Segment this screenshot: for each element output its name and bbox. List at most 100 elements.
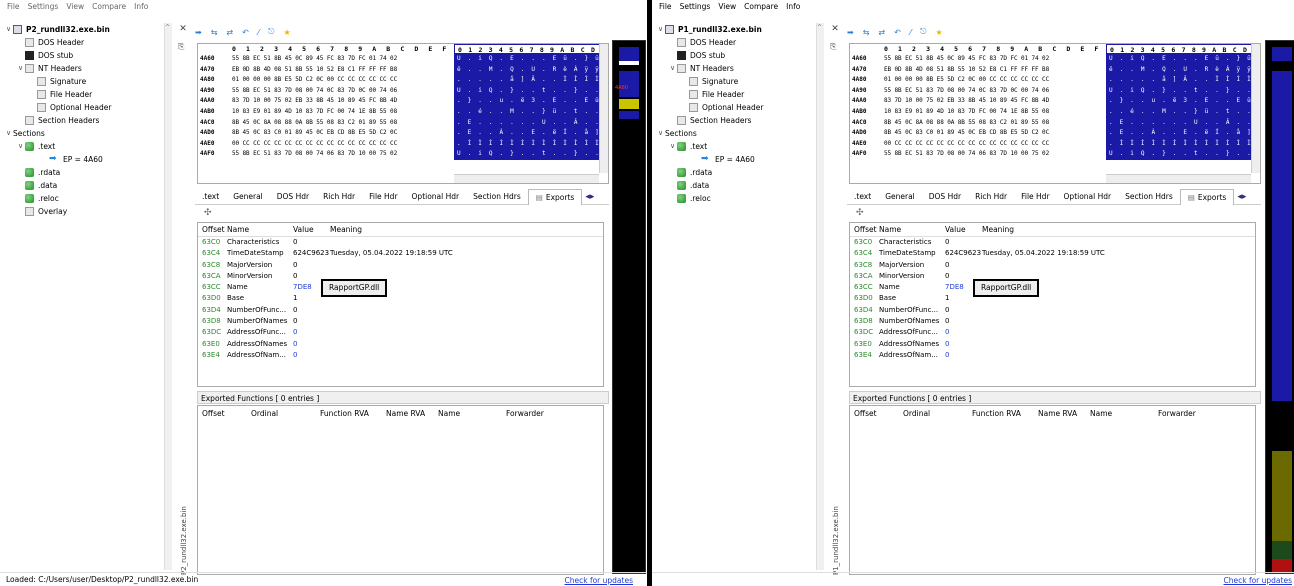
hex-bytes[interactable]: 55 8B EC 51 83 7D 08 00 74 06 83 7D 10 0… [884,149,1106,160]
table-row[interactable]: 63D4 NumberOfFunc... 0 [850,305,1255,316]
column-header-meaning[interactable]: Meaning [330,225,603,234]
hex-row[interactable]: 4AC0 8B 45 0C 8A 08 88 0A 8B 55 08 83 C2 … [198,117,608,129]
tree-root-file[interactable]: ∨ P1_rundll32.exe.bin [656,23,823,36]
tree-item[interactable]: File Header [656,88,823,101]
table-row[interactable]: 63D4 NumberOfFunc... 0 [198,305,603,316]
exports-directory-table[interactable]: Offset Name Value Meaning 63C0 Characteristic… [849,222,1256,387]
hex-bytes[interactable]: 55 8B EC 51 83 7D 08 00 74 0C 83 7D 0C 0… [232,86,454,97]
table-row[interactable]: 63E0 AddressOfNames 0 [850,339,1255,350]
tree-item[interactable]: ➡ EP = 4A60 [4,153,171,166]
menu-compare[interactable]: Compare [744,2,778,11]
column-header-name[interactable]: Name [438,409,506,418]
column-header-name-rva[interactable]: Name RVA [1038,409,1090,418]
tree-item[interactable]: Section Headers [656,114,823,127]
tree-item[interactable]: DOS Header [4,36,171,49]
hex-bytes[interactable]: 01 00 00 00 8B E5 5D C2 0C 00 CC CC CC C… [232,75,454,86]
hex-bytes[interactable]: 55 8B EC 51 8B 45 0C 89 45 FC 83 7D FC 0… [232,54,454,65]
tab-filehdr[interactable]: File Hdr [1014,189,1056,205]
tab-scroll-arrows-icon[interactable]: ◂▸ [582,192,594,202]
cell-value[interactable]: 0 [293,260,330,271]
column-header-value[interactable]: Value [945,225,982,234]
table-row[interactable]: 63C8 MajorVersion 0 [850,260,1255,271]
hex-ascii[interactable]: U . i Q . } . . t . . } . . [1106,85,1260,97]
menu-file[interactable]: File [659,2,672,11]
hex-ascii[interactable]: U . i Q . E . . . E ü . } ü [454,54,608,65]
tree-item[interactable]: .data [4,179,171,192]
tab-sectionhdrs[interactable]: Section Hdrs [466,189,528,205]
table-row[interactable]: 63D8 NumberOfNames 0 [198,316,603,327]
hex-row[interactable]: 4AF0 55 8B EC 51 83 7D 08 00 74 06 83 7D … [850,149,1260,160]
table-row[interactable]: 63E0 AddressOfNames 0 [198,339,603,350]
table-row[interactable]: 63D8 NumberOfNames 0 [850,316,1255,327]
export-icon[interactable]: ⎋ [920,27,926,37]
menu-info[interactable]: Info [134,2,148,11]
hex-row[interactable]: 4AE0 00 CC CC CC CC CC CC CC CC CC CC CC … [850,138,1260,150]
tree-item[interactable]: .data [656,179,823,192]
hex-bytes[interactable]: 00 CC CC CC CC CC CC CC CC CC CC CC CC C… [884,139,1106,150]
tab-text[interactable]: .text [847,189,878,205]
column-header-offset[interactable]: Offset [850,409,903,418]
collapse-toggle-icon[interactable]: ∨ [4,23,13,36]
cell-value[interactable]: 0 [293,350,330,361]
undo-icon[interactable]: ↶ [242,28,249,37]
tree-item[interactable]: ∨ Sections [656,127,823,140]
table-row[interactable]: 63CC Name 7DE8 RapportGP.dll [850,278,1255,297]
pin-icon[interactable]: ⎘ [830,42,840,52]
menu-settings[interactable]: Settings [28,2,59,11]
scroll-up-icon[interactable]: ^ [165,24,170,31]
move-icon[interactable]: ✣ [204,208,212,218]
column-header-value[interactable]: Value [293,225,330,234]
table-row[interactable]: 63C0 Characteristics 0 [850,237,1255,248]
tree-root-file[interactable]: ∨ P2_rundll32.exe.bin [4,23,171,36]
cell-value[interactable]: 0 [945,350,982,361]
tree-toggle-icon[interactable]: ∨ [16,62,25,75]
column-header-name[interactable]: Name [879,225,945,234]
edit-icon[interactable]: ⁄ [910,28,911,37]
hex-scrollbar[interactable] [599,44,608,173]
hex-ascii[interactable]: . . é . . M . . } ü . t . . [454,106,608,118]
tree-item[interactable]: Optional Header [4,101,171,114]
tree-item[interactable]: .reloc [4,192,171,205]
tree-item[interactable]: Optional Header [656,101,823,114]
hex-row[interactable]: 4AC0 8B 45 0C 8A 08 88 0A 8B 55 08 83 C2 … [850,117,1260,129]
cell-value[interactable]: 0 [945,339,982,350]
hex-ascii[interactable]: . E . . . . . . U . . Â . . [1106,117,1260,129]
hex-row[interactable]: 4AE0 00 CC CC CC CC CC CC CC CC CC CC CC … [198,138,608,150]
menu-file[interactable]: File [7,2,20,11]
tree-toggle-icon[interactable]: ∨ [16,140,25,153]
hex-ascii[interactable]: U . i Q . E . . . E ü . } ü [1106,54,1260,65]
tree-item[interactable]: Signature [656,75,823,88]
hex-bytes[interactable]: 55 8B EC 51 83 7D 08 00 74 0C 83 7D 0C 0… [884,86,1106,97]
tab-doshdr[interactable]: DOS Hdr [270,189,316,205]
hex-ascii[interactable]: . Ì Ì Ì Ì Ì Ì Ì Ì Ì Ì Ì Ì Ì [454,138,608,150]
tree-item[interactable]: ➡ EP = 4A60 [656,153,823,166]
column-header-forwarder[interactable]: Forwarder [506,409,566,418]
collapse-icon[interactable]: ⇄ [226,28,233,37]
hex-row[interactable]: 4A90 55 8B EC 51 83 7D 08 00 74 0C 83 7D … [850,85,1260,97]
hex-hscrollbar[interactable] [454,174,599,183]
hex-row[interactable]: 4A80 01 00 00 00 8B E5 5D C2 0C 00 CC CC … [198,75,608,86]
hex-bytes[interactable]: 8B 45 0C 83 C0 01 89 45 0C EB CD 8B E5 5… [884,128,1106,139]
tree-item[interactable]: Signature [4,75,171,88]
tree-item[interactable]: DOS stub [656,49,823,62]
hex-ascii[interactable]: U . i Q . } . . t . . } . . [1106,149,1260,160]
undo-icon[interactable]: ↶ [894,28,901,37]
hex-row[interactable]: 4AA0 83 7D 10 00 75 02 EB 33 8B 45 10 89 … [850,96,1260,107]
tree-item[interactable]: ∨ .text [4,140,171,153]
tree-toggle-icon[interactable]: ∨ [668,62,677,75]
tree-scrollbar[interactable]: ^ [816,23,824,570]
table-row[interactable]: 63CC Name 7DE8 RapportGP.dll [198,278,603,297]
hex-row[interactable]: 4AF0 55 8B EC 51 83 7D 08 00 74 06 83 7D … [198,149,608,160]
hex-row[interactable]: 4A80 01 00 00 00 8B E5 5D C2 0C 00 CC CC … [850,75,1260,86]
collapse-toggle-icon[interactable]: ∨ [656,23,665,36]
tree-item[interactable]: Section Headers [4,114,171,127]
tree-scrollbar[interactable]: ^ [164,23,172,570]
tree-item[interactable]: ∨ .text [656,140,823,153]
tab-richhdr[interactable]: Rich Hdr [316,189,362,205]
hex-bytes[interactable]: 10 83 E9 01 89 4D 10 83 7D FC 00 74 1E 8… [884,107,1106,118]
menu-settings[interactable]: Settings [680,2,711,11]
hex-ascii[interactable]: . E . . À . . E . ë Í . å ] [454,128,608,139]
hex-ascii[interactable]: . } . . u . ë 3 . E . . E ü [1106,96,1260,107]
move-icon[interactable]: ✣ [856,208,864,218]
check-for-updates-link[interactable]: Check for updates [1224,576,1293,585]
